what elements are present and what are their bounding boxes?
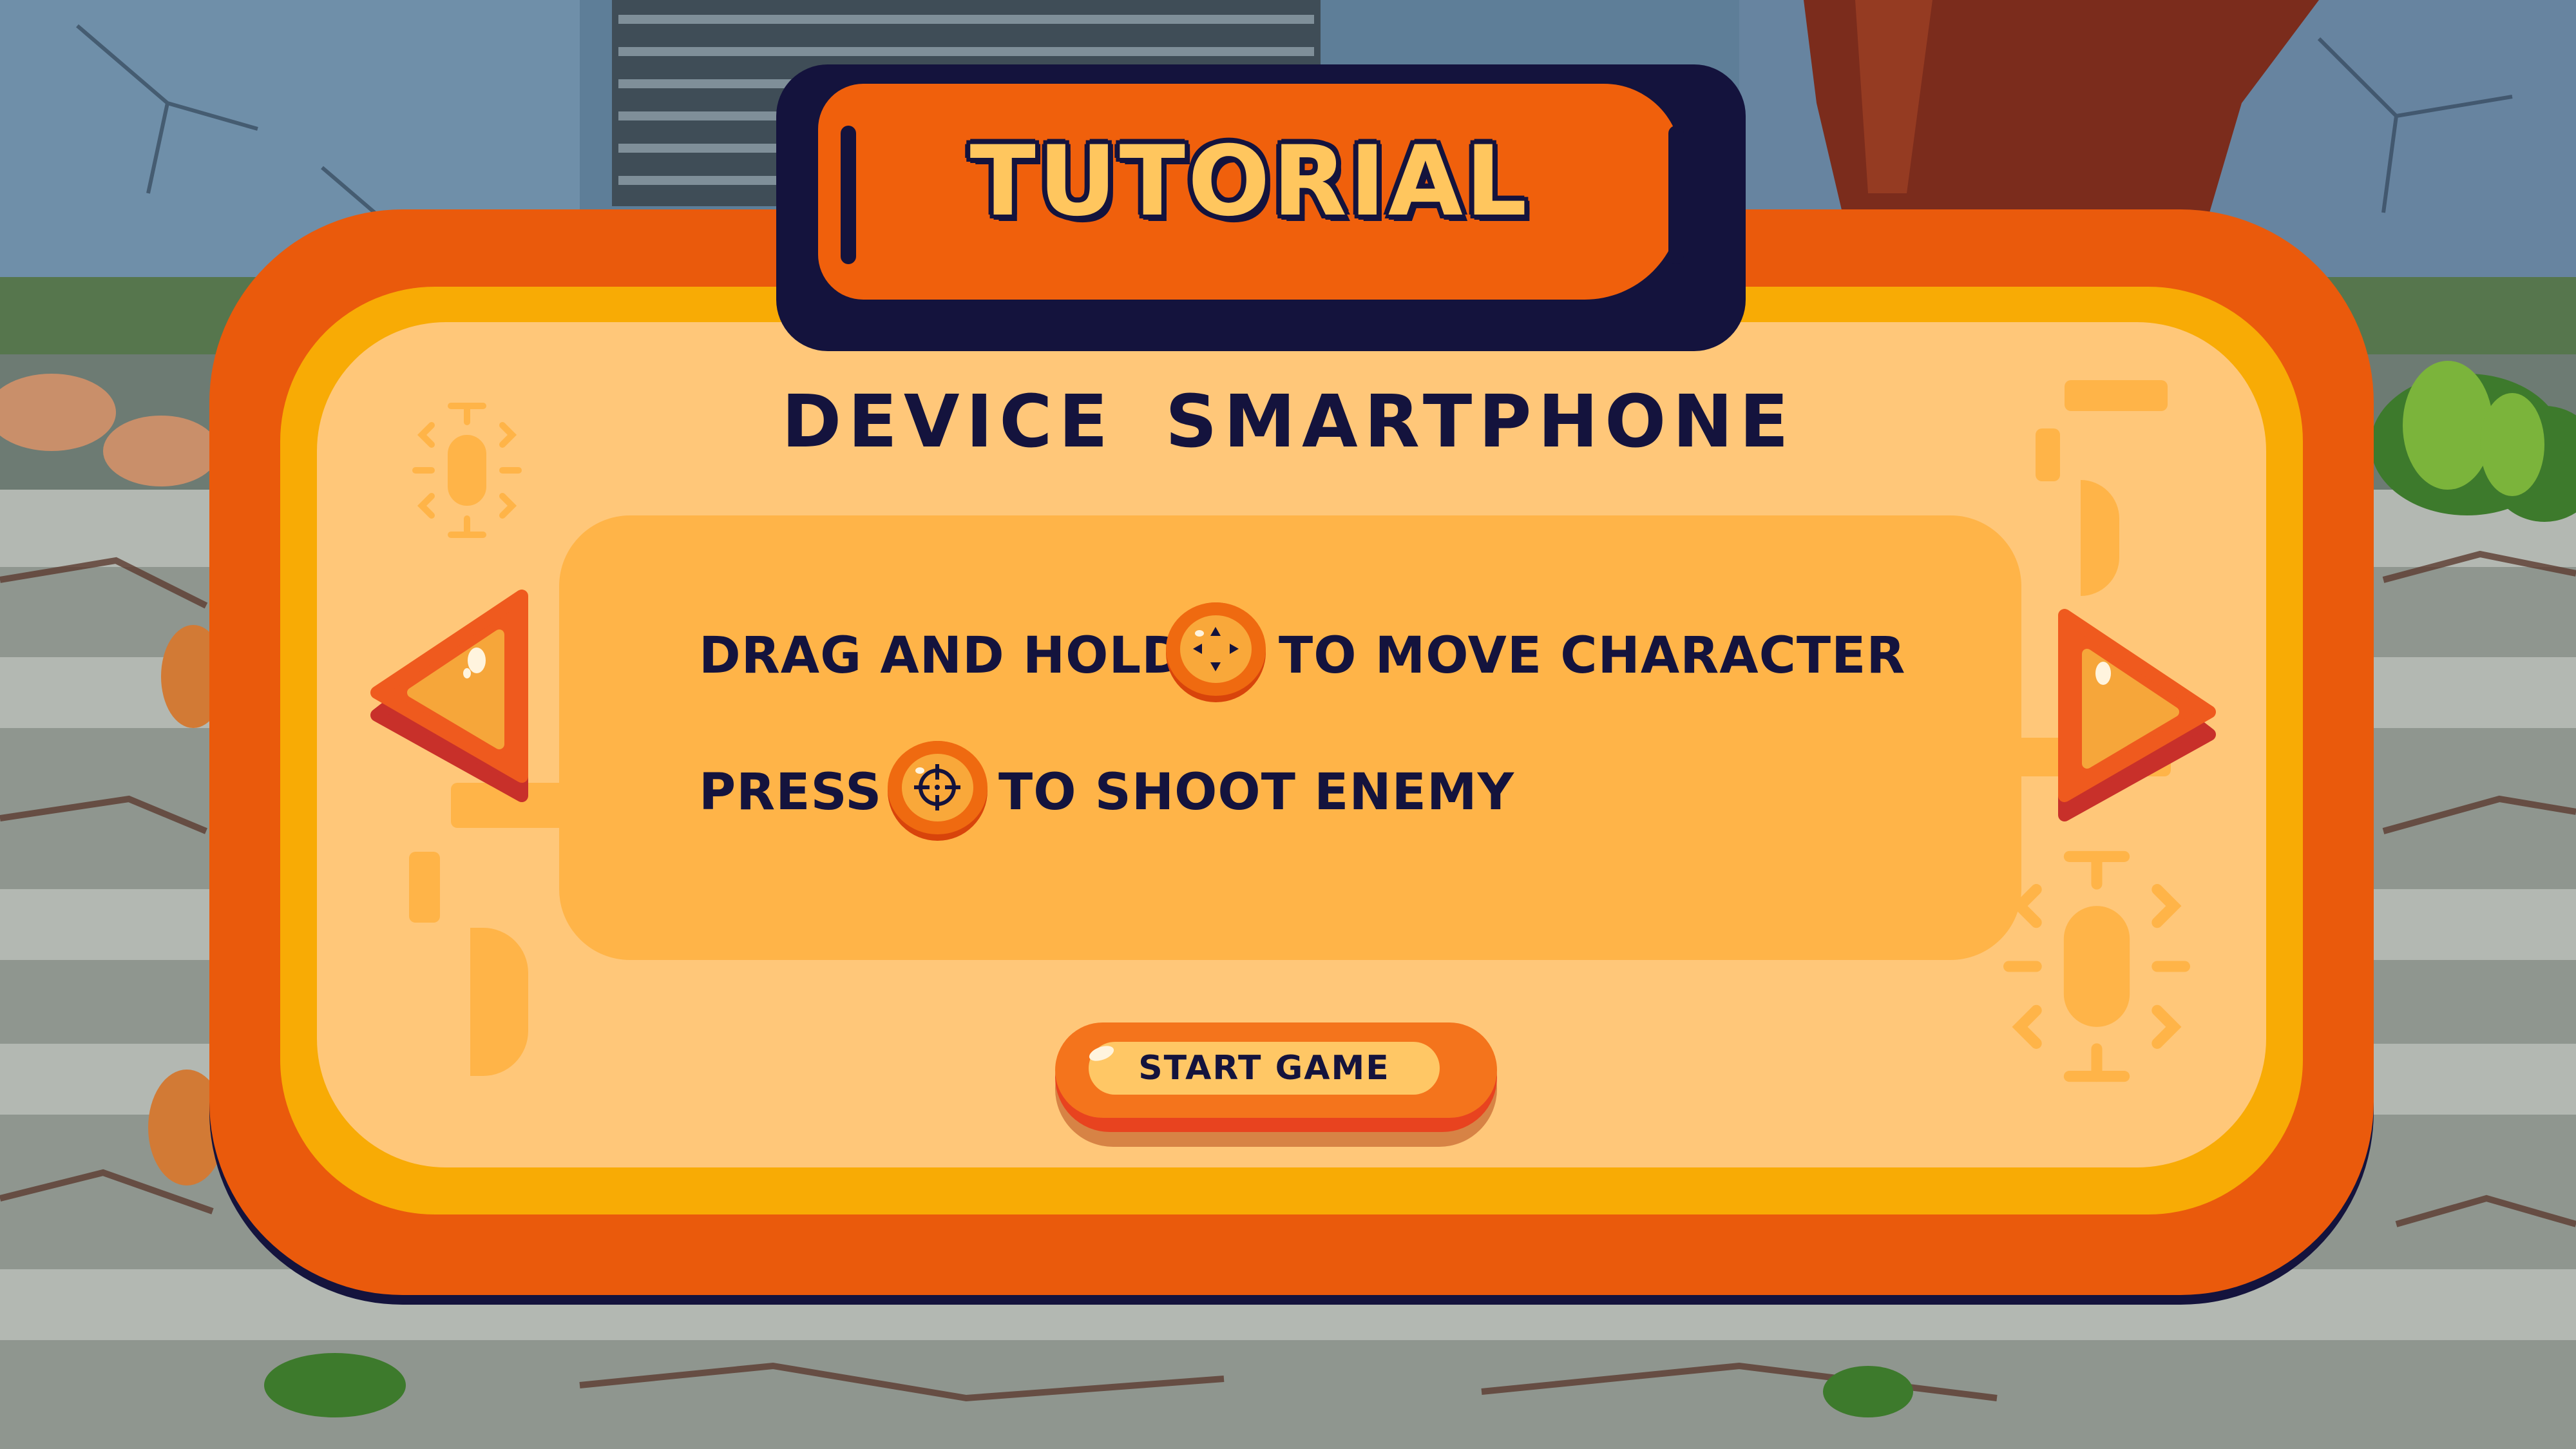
deco-bracket: [470, 928, 528, 1076]
move-instruction-suffix: TO MOVE CHARACTER: [1279, 627, 1906, 685]
deco-bar: [2036, 428, 2060, 481]
joystick-deco-icon: [412, 403, 522, 538]
device-label: DEVICE SMARTPHONE: [781, 380, 1795, 464]
shoot-instruction-suffix: TO SHOOT ENEMY: [998, 763, 1515, 821]
deco-bar: [409, 852, 440, 923]
crosshair-icon: [888, 741, 987, 841]
start-game-label[interactable]: START GAME: [1089, 1049, 1440, 1088]
deco-bar: [2065, 380, 2168, 411]
shoot-instruction-prefix: PRESS: [699, 763, 883, 821]
move-instruction-prefix: DRAG AND HOLD: [699, 627, 1184, 685]
tutorial-title: TUTORIAL: [969, 126, 1530, 238]
arrow-left-icon[interactable]: [370, 583, 538, 815]
joystick-deco-icon: [2003, 850, 2190, 1082]
arrow-right-icon[interactable]: [2048, 602, 2216, 834]
move-joystick-icon: [1166, 602, 1266, 702]
instruction-box: [559, 515, 2021, 960]
